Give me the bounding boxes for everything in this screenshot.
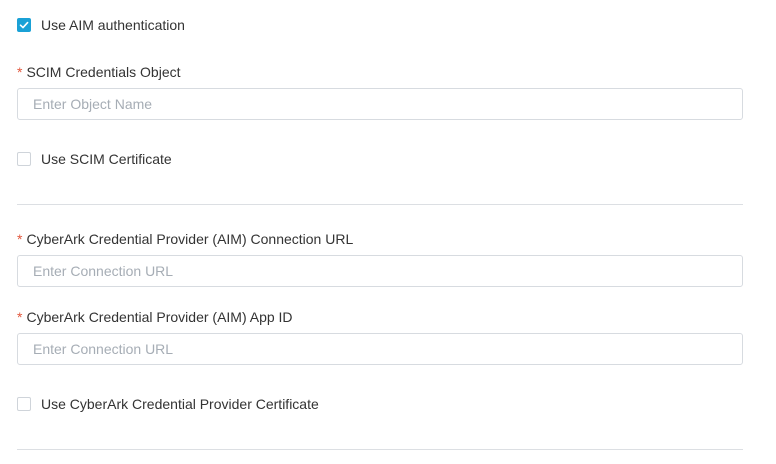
cyberark-certificate-checkbox[interactable] xyxy=(17,397,31,411)
aim-auth-label: Use AIM authentication xyxy=(41,17,185,33)
aim-app-id-input[interactable] xyxy=(17,333,743,365)
scim-certificate-label: Use SCIM Certificate xyxy=(41,151,172,167)
required-mark: * xyxy=(17,309,23,325)
aim-app-id-label-row: * CyberArk Credential Provider (AIM) App … xyxy=(17,309,293,325)
scim-credentials-label: SCIM Credentials Object xyxy=(26,64,181,80)
aim-connection-url-input[interactable] xyxy=(17,255,743,287)
aim-connection-url-label: CyberArk Credential Provider (AIM) Conne… xyxy=(26,231,354,247)
cyberark-certificate-label: Use CyberArk Credential Provider Certifi… xyxy=(41,396,319,412)
required-mark: * xyxy=(17,231,23,247)
aim-auth-row[interactable]: Use AIM authentication xyxy=(17,17,185,33)
scim-certificate-row[interactable]: Use SCIM Certificate xyxy=(17,151,172,167)
aim-auth-checkbox[interactable] xyxy=(17,18,31,32)
scim-certificate-checkbox[interactable] xyxy=(17,152,31,166)
aim-connection-url-label-row: * CyberArk Credential Provider (AIM) Conn… xyxy=(17,231,353,247)
aim-app-id-label: CyberArk Credential Provider (AIM) App I… xyxy=(26,309,293,325)
checkmark-icon xyxy=(19,21,29,29)
scim-credentials-input[interactable] xyxy=(17,88,743,120)
scim-credentials-label-row: * SCIM Credentials Object xyxy=(17,64,181,80)
section-divider xyxy=(17,204,743,205)
bottom-divider xyxy=(17,449,743,450)
cyberark-certificate-row[interactable]: Use CyberArk Credential Provider Certifi… xyxy=(17,396,319,412)
required-mark: * xyxy=(17,64,23,80)
